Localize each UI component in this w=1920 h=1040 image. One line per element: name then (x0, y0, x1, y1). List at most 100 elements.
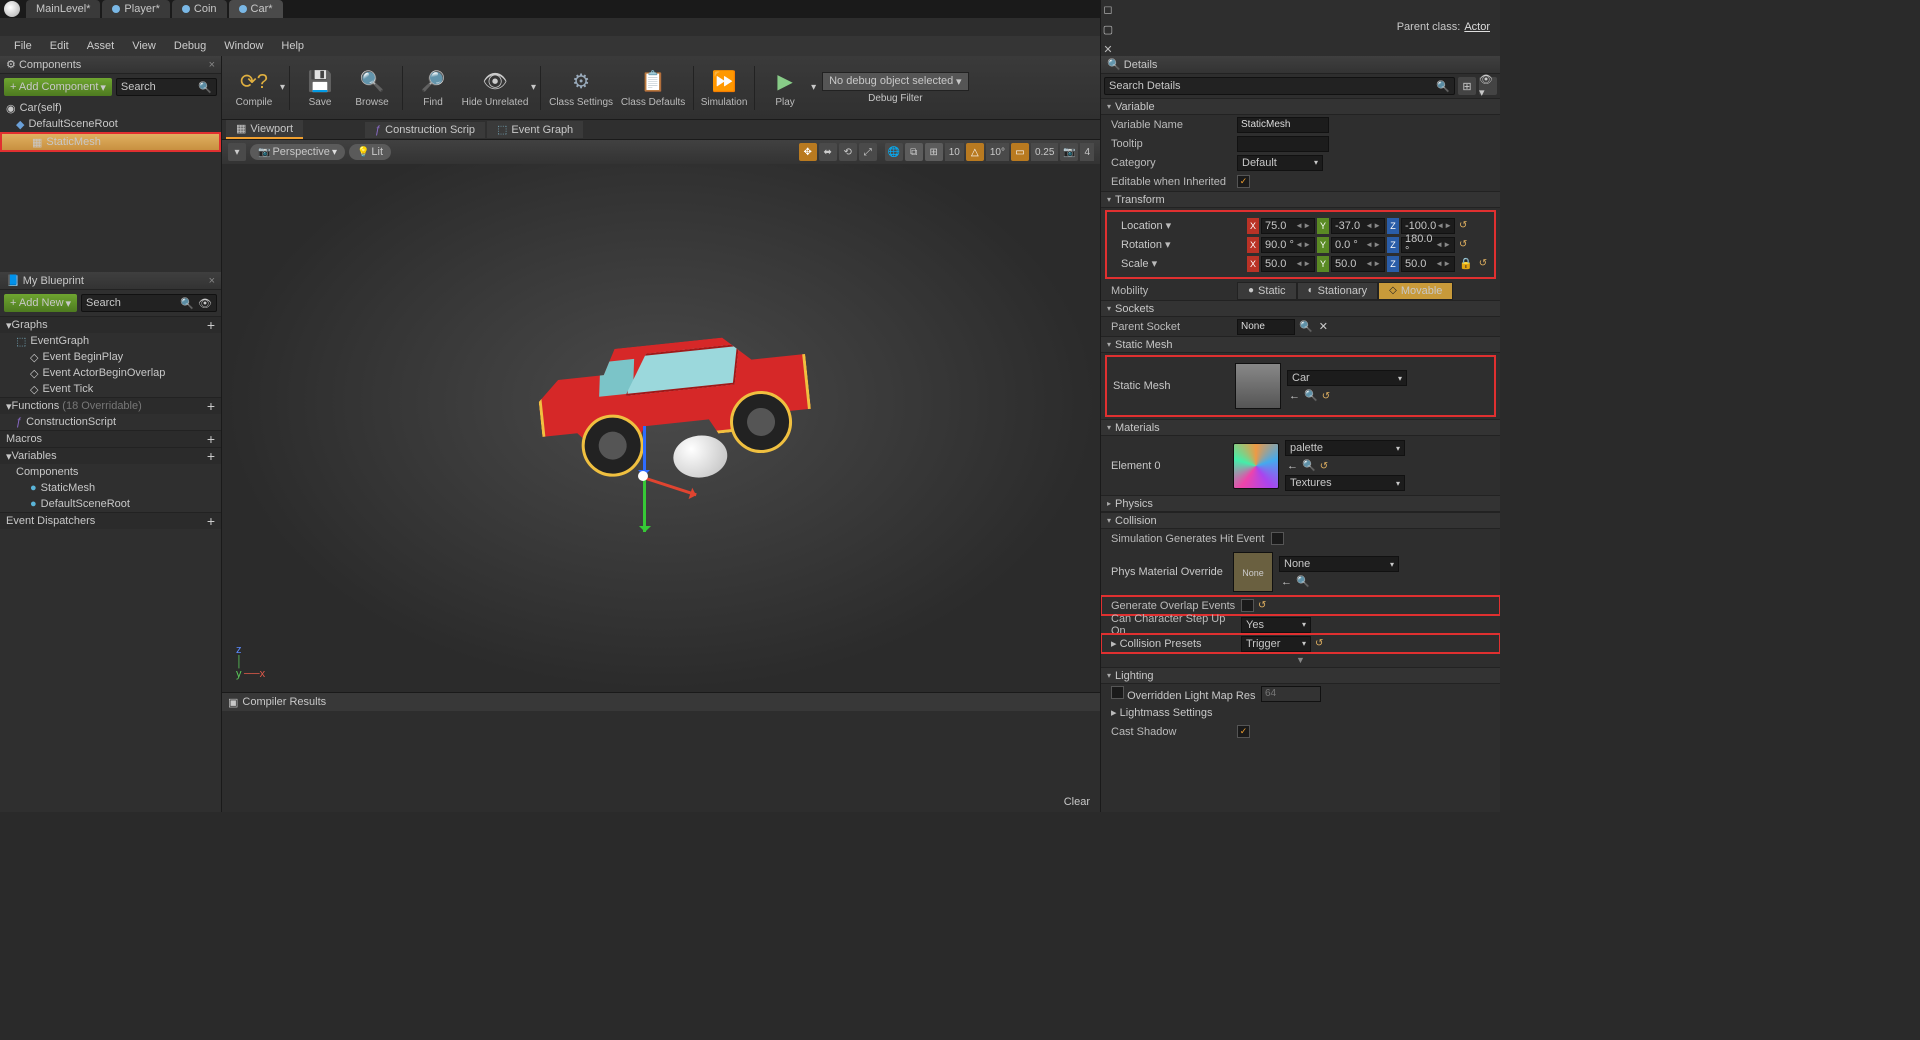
location-y-input[interactable]: -37.0◄► (1331, 218, 1385, 234)
tree-root-car[interactable]: ◉Car(self) (0, 100, 221, 116)
scale-y-input[interactable]: 50.0◄► (1331, 256, 1385, 272)
simulation-button[interactable]: ⏩Simulation (698, 59, 750, 117)
event-beginplay[interactable]: ◇Event BeginPlay (0, 349, 221, 365)
scale-x-input[interactable]: 50.0◄► (1261, 256, 1315, 272)
grid-snap-icon[interactable]: ⊞ (925, 143, 943, 161)
sim-hit-checkbox[interactable] (1271, 532, 1284, 545)
variable-name-input[interactable] (1237, 117, 1329, 133)
gizmo-z-axis[interactable] (643, 426, 646, 476)
titlebar-tab-mainlevel[interactable]: MainLevel* (26, 0, 100, 18)
class-settings-button[interactable]: ⚙Class Settings (545, 59, 617, 117)
mobility-movable[interactable]: ◇ Movable (1378, 282, 1453, 300)
reset-icon[interactable]: ↺ (1320, 461, 1328, 472)
lock-icon[interactable]: 🔒 (1457, 257, 1475, 270)
angle-snap-icon[interactable]: △ (966, 143, 984, 161)
camera-speed-icon[interactable]: 📷 (1060, 143, 1078, 161)
var-staticmesh[interactable]: ●StaticMesh (0, 480, 221, 496)
gizmo-x-axis[interactable] (643, 476, 697, 496)
reset-icon[interactable]: ↺ (1315, 638, 1323, 649)
generate-overlap-checkbox[interactable] (1241, 599, 1254, 612)
category-combo[interactable]: Default▾ (1237, 155, 1323, 171)
editable-checkbox[interactable] (1237, 175, 1250, 188)
close-icon[interactable]: × (209, 275, 215, 287)
scale-snap-value[interactable]: 0.25 (1031, 143, 1058, 161)
phys-mat-thumbnail[interactable]: None (1233, 552, 1273, 592)
reset-icon[interactable]: ↺ (1258, 600, 1266, 611)
clear-icon[interactable]: ✕ (1317, 320, 1330, 333)
cat-sockets[interactable]: Sockets (1101, 300, 1500, 317)
tab-construction-script[interactable]: ƒConstruction Scrip (365, 122, 485, 138)
play-button[interactable]: ▶Play (759, 59, 811, 117)
debug-object-selector[interactable]: No debug object selected ▾ (822, 72, 968, 91)
titlebar-tab-coin[interactable]: Coin (172, 0, 227, 18)
cat-transform[interactable]: Transform (1101, 191, 1500, 208)
graphs-section[interactable]: ▾ Graphs+ (0, 316, 221, 333)
tab-viewport[interactable]: ▦Viewport (226, 120, 303, 139)
window-close-icon[interactable]: ✕ (1101, 42, 1115, 56)
event-actorbeginoverlap[interactable]: ◇Event ActorBeginOverlap (0, 365, 221, 381)
blueprint-search-input[interactable]: Search🔍👁 (81, 294, 217, 312)
titlebar-tab-car[interactable]: Car* (229, 0, 283, 18)
mobility-static[interactable]: ● Static (1237, 282, 1297, 300)
dropdown-icon[interactable]: ▾ (280, 82, 285, 93)
compiler-clear-button[interactable]: Clear (1064, 796, 1090, 812)
camera-speed-value[interactable]: 4 (1080, 143, 1094, 161)
phys-mat-combo[interactable]: None▾ (1279, 556, 1399, 572)
macros-section[interactable]: Macros+ (0, 430, 221, 447)
event-dispatchers-section[interactable]: Event Dispatchers+ (0, 512, 221, 529)
menu-window[interactable]: Window (216, 38, 271, 54)
class-defaults-button[interactable]: 📋Class Defaults (617, 59, 689, 117)
browse-button[interactable]: 🔍Browse (346, 59, 398, 117)
cat-physics[interactable]: Physics (1101, 495, 1500, 512)
menu-help[interactable]: Help (273, 38, 312, 54)
add-icon[interactable]: + (207, 398, 215, 414)
scale-z-input[interactable]: 50.0◄► (1401, 256, 1455, 272)
rotation-z-input[interactable]: 180.0 °◄► (1401, 237, 1455, 253)
property-matrix-icon[interactable]: ⊞ (1458, 77, 1476, 95)
browse-icon[interactable]: 🔍 (1300, 460, 1318, 472)
var-defaultsceneroot[interactable]: ●DefaultSceneRoot (0, 496, 221, 512)
cat-lighting[interactable]: Lighting (1101, 667, 1500, 684)
tree-default-scene-root[interactable]: ◆DefaultSceneRoot (0, 116, 221, 132)
cat-static-mesh[interactable]: Static Mesh (1101, 336, 1500, 353)
coord-space-icon[interactable]: 🌐 (885, 143, 903, 161)
dropdown-icon[interactable]: ▾ (811, 82, 816, 93)
static-mesh-combo[interactable]: Car▾ (1287, 370, 1407, 386)
textures-button[interactable]: Textures▾ (1285, 475, 1405, 491)
mobility-stationary[interactable]: ◐ Stationary (1297, 282, 1379, 300)
translate-mode-icon[interactable]: ⬌ (819, 143, 837, 161)
menu-view[interactable]: View (124, 38, 164, 54)
gizmo-y-axis[interactable] (643, 476, 646, 532)
use-selected-icon[interactable]: ← (1287, 390, 1302, 402)
menu-file[interactable]: File (6, 38, 40, 54)
eventgraph-item[interactable]: ⬚EventGraph (0, 333, 221, 349)
reset-icon[interactable]: ↺ (1322, 391, 1330, 402)
surface-snap-icon[interactable]: ⧉ (905, 143, 923, 161)
rotate-mode-icon[interactable]: ⟲ (839, 143, 857, 161)
gizmo-pivot[interactable] (638, 471, 648, 481)
viewport-3d[interactable]: z │ y ──x (222, 164, 1100, 692)
material-combo[interactable]: palette▾ (1285, 440, 1405, 456)
add-icon[interactable]: + (207, 513, 215, 529)
variables-section[interactable]: ▾ Variables+ (0, 447, 221, 464)
browse-icon[interactable]: 🔍 (1294, 576, 1312, 588)
use-selected-icon[interactable]: ← (1279, 576, 1294, 588)
window-restore-icon[interactable]: ◻ (1101, 2, 1115, 16)
reset-icon[interactable]: ↺ (1479, 258, 1487, 269)
compile-button[interactable]: ⟳?Compile (228, 59, 280, 117)
save-button[interactable]: 💾Save (294, 59, 346, 117)
perspective-selector[interactable]: 📷 Perspective ▾ (250, 144, 345, 160)
use-selected-icon[interactable]: ← (1285, 460, 1300, 472)
visibility-icon[interactable]: 👁▾ (1479, 77, 1497, 95)
material-thumbnail[interactable] (1233, 443, 1279, 489)
override-lightmap-checkbox[interactable] (1111, 686, 1124, 699)
find-button[interactable]: 🔎Find (407, 59, 459, 117)
row-lightmass[interactable]: ▸ Lightmass Settings (1101, 703, 1500, 722)
menu-debug[interactable]: Debug (166, 38, 214, 54)
search-icon[interactable]: 🔍 (1297, 320, 1315, 333)
details-search-input[interactable]: Search Details🔍 (1104, 77, 1455, 95)
viewport-menu-icon[interactable]: ▾ (228, 143, 246, 161)
location-z-input[interactable]: -100.0◄► (1401, 218, 1455, 234)
titlebar-tab-player[interactable]: Player* (102, 0, 169, 18)
reset-icon[interactable]: ↺ (1459, 239, 1467, 250)
